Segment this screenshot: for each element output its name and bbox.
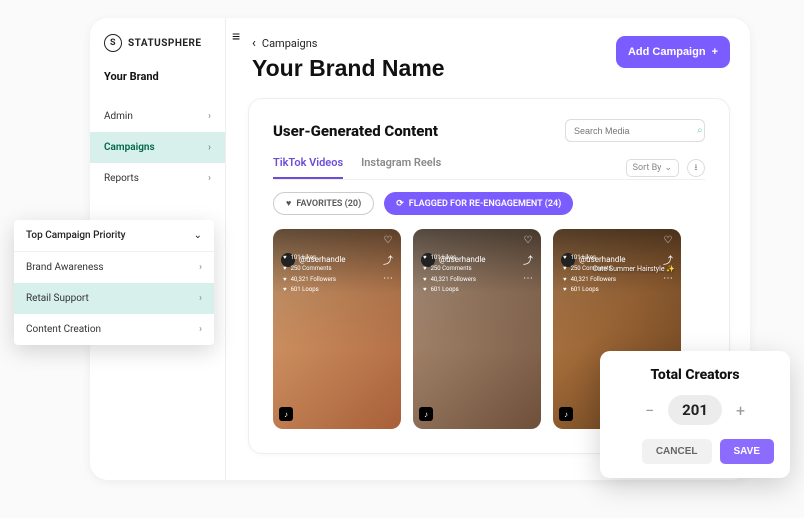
pill-favorites[interactable]: ♥ FAVORITES (20) <box>273 192 374 215</box>
refresh-icon: ⟳ <box>396 199 404 209</box>
tab-tiktok[interactable]: TikTok Videos <box>273 156 343 179</box>
search-input[interactable] <box>574 126 691 136</box>
heart-icon[interactable]: ♡ <box>664 235 673 246</box>
tabs-row: TikTok Videos Instagram Reels Sort By ⌄ … <box>273 156 705 180</box>
card-stats: 101 Likes 250 Comments 40,321 Followers … <box>283 253 336 296</box>
brand-logo-mark: S <box>104 34 122 52</box>
decrement-button[interactable]: − <box>645 401 654 420</box>
priority-dropdown: Top Campaign Priority ⌄ Brand Awareness … <box>14 220 214 345</box>
chevron-left-icon[interactable]: ‹ <box>252 36 256 51</box>
chevron-right-icon: › <box>208 173 211 184</box>
add-campaign-button[interactable]: Add Campaign + <box>616 36 730 68</box>
sort-by-button[interactable]: Sort By ⌄ <box>626 159 679 177</box>
video-card[interactable]: @userhandle ♡ ⤴ ⋯ 101 Likes 250 Comments… <box>413 229 541 429</box>
pill-flagged-label: FLAGGED FOR RE-ENGAGEMENT (24) <box>409 199 562 209</box>
more-icon[interactable]: ⋯ <box>523 273 533 284</box>
panel-title: User-Generated Content <box>273 122 438 140</box>
tiktok-icon: ♪ <box>559 407 573 421</box>
brand-logo-text: STATUSPHERE <box>128 38 202 49</box>
pill-flagged[interactable]: ⟳ FLAGGED FOR RE-ENGAGEMENT (24) <box>384 192 573 215</box>
card-action-icons: ♡ ⤴ ⋯ <box>663 235 673 284</box>
chevron-right-icon: › <box>199 262 202 273</box>
hamburger-icon[interactable]: ≡ <box>232 28 240 45</box>
creators-value: 201 <box>668 395 722 425</box>
priority-head-label: Top Campaign Priority <box>26 230 126 241</box>
sidebar-item-label: Reports <box>104 173 139 184</box>
chevron-right-icon: › <box>199 293 202 304</box>
priority-item-label: Brand Awareness <box>26 262 104 273</box>
priority-item-content-creation[interactable]: Content Creation › <box>14 314 214 345</box>
share-icon[interactable]: ⤴ <box>383 252 393 267</box>
priority-dropdown-head[interactable]: Top Campaign Priority ⌄ <box>14 220 214 252</box>
sort-by-label: Sort By <box>633 163 662 173</box>
cancel-button[interactable]: CANCEL <box>642 439 712 464</box>
video-card[interactable]: @userhandle ♡ ⤴ ⋯ 101 Likes 250 Comments… <box>273 229 401 429</box>
share-icon[interactable]: ⤴ <box>523 252 533 267</box>
card-stats: 101 Likes 250 Comments 40,321 Followers … <box>423 253 476 296</box>
total-creators-title: Total Creators <box>616 367 774 383</box>
download-button[interactable]: ⭳ <box>687 159 705 177</box>
brand-logo: S STATUSPHERE <box>90 34 225 70</box>
sidebar-item-label: Campaigns <box>104 142 155 153</box>
chevron-right-icon: › <box>208 142 211 153</box>
search-icon: ⌕ <box>697 125 703 136</box>
pill-favorites-label: FAVORITES (20) <box>296 199 361 209</box>
sidebar-item-admin[interactable]: Admin › <box>90 101 225 132</box>
your-brand-label: Your Brand <box>90 70 225 101</box>
sidebar-item-reports[interactable]: Reports › <box>90 163 225 194</box>
total-creators-card: Total Creators − 201 + CANCEL SAVE <box>600 351 790 478</box>
more-icon[interactable]: ⋯ <box>383 273 393 284</box>
search-media-box[interactable]: ⌕ <box>565 119 705 142</box>
save-button[interactable]: SAVE <box>720 439 775 464</box>
tab-instagram[interactable]: Instagram Reels <box>361 156 441 179</box>
plus-icon: + <box>712 46 718 58</box>
chevron-right-icon: › <box>199 324 202 335</box>
sidebar-item-label: Admin <box>104 111 133 122</box>
card-action-icons: ♡ ⤴ ⋯ <box>523 235 533 284</box>
heart-icon[interactable]: ♡ <box>384 235 393 246</box>
download-icon: ⭳ <box>694 160 697 176</box>
chevron-down-icon: ⌄ <box>664 163 672 173</box>
quantity-stepper: − 201 + <box>616 395 774 425</box>
sidebar-item-campaigns[interactable]: Campaigns › <box>90 132 225 163</box>
priority-item-label: Content Creation <box>26 324 101 335</box>
card-action-icons: ♡ ⤴ ⋯ <box>383 235 393 284</box>
priority-item-retail-support[interactable]: Retail Support › <box>14 283 214 314</box>
card-caption: Cute Summer Hairstyle ✨ <box>593 265 675 275</box>
priority-item-brand-awareness[interactable]: Brand Awareness › <box>14 252 214 283</box>
heart-icon[interactable]: ♡ <box>524 235 533 246</box>
chevron-down-icon: ⌄ <box>194 230 202 241</box>
priority-item-label: Retail Support <box>26 293 89 304</box>
tiktok-icon: ♪ <box>279 407 293 421</box>
breadcrumb-label: Campaigns <box>262 37 318 50</box>
add-campaign-label: Add Campaign <box>628 46 706 58</box>
increment-button[interactable]: + <box>736 401 745 420</box>
heart-icon: ♥ <box>286 198 291 209</box>
tiktok-icon: ♪ <box>419 407 433 421</box>
chevron-right-icon: › <box>208 111 211 122</box>
